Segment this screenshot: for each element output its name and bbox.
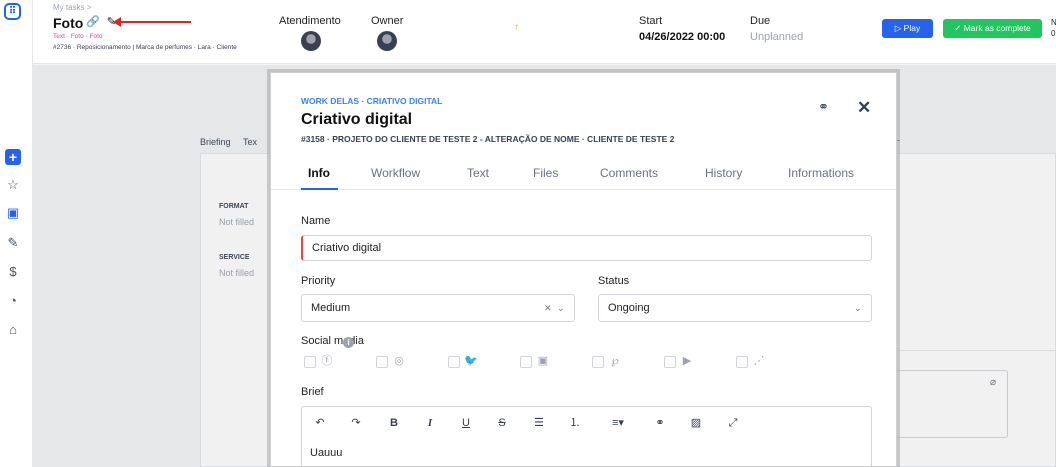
align-icon[interactable]: ≡▾ xyxy=(607,415,629,431)
social-instagram[interactable]: ◎ xyxy=(376,354,406,370)
task-modal: WORK DELAS · CRIATIVO DIGITAL Criativo d… xyxy=(270,72,897,467)
star-icon[interactable]: ☆ xyxy=(5,177,21,193)
mark-complete-button[interactable]: ✓ Mark as complete xyxy=(943,19,1042,38)
social-twitter[interactable]: 🐦 xyxy=(448,354,478,370)
status-select[interactable]: Ongoing xyxy=(598,294,872,322)
play-button[interactable]: ▷ Play xyxy=(882,19,933,38)
twitter-icon: 🐦 xyxy=(464,355,478,367)
facebook-icon: ⓕ xyxy=(321,355,333,367)
edit-note-icon[interactable]: ✎ xyxy=(5,235,21,251)
chevron-down-icon[interactable]: ⌄ xyxy=(854,303,862,314)
redo-icon[interactable]: ↷ xyxy=(348,415,364,431)
checkbox[interactable] xyxy=(376,356,388,368)
social-rss[interactable]: ⋰ xyxy=(736,354,766,370)
modal-breadcrumb[interactable]: WORK DELAS · CRIATIVO DIGITAL xyxy=(301,96,442,106)
pinterest-icon: ℘ xyxy=(611,355,619,367)
priority-select[interactable]: Medium xyxy=(301,294,575,322)
info-icon[interactable]: i xyxy=(343,337,354,348)
active-tab-indicator xyxy=(301,188,338,190)
atendimento-avatar[interactable] xyxy=(301,31,321,51)
name-label: Name xyxy=(301,215,331,227)
left-sidebar: ⠿ + ☆ ▣ ✎ $ ◔ ⌂ xyxy=(0,0,33,467)
bold-icon[interactable]: B xyxy=(386,415,402,431)
checkbox[interactable] xyxy=(304,356,316,368)
dollar-icon[interactable]: $ xyxy=(5,264,21,280)
atendimento-label: Atendimento xyxy=(279,15,341,27)
clipboard-check-icon[interactable]: ▣ xyxy=(5,205,21,221)
rss-icon: ⋰ xyxy=(753,355,765,367)
instagram-icon: ◎ xyxy=(394,355,404,367)
task-meta: #2736 · Reposicionamento | Marca de perf… xyxy=(53,44,237,51)
breadcrumb[interactable]: My tasks > xyxy=(53,3,91,12)
tab-comments[interactable]: Comments xyxy=(600,166,658,180)
link-icon[interactable]: 🔗 xyxy=(86,16,100,28)
checkbox[interactable] xyxy=(448,356,460,368)
status-label: Status xyxy=(598,275,630,287)
close-icon[interactable]: ✕ xyxy=(857,98,871,118)
checkbox[interactable] xyxy=(664,356,676,368)
app-logo-icon[interactable]: ⠿ xyxy=(4,3,21,20)
social-facebook[interactable]: ⓕ xyxy=(304,354,334,370)
annotation-arrow xyxy=(113,17,191,27)
cut-off-text: N 0 xyxy=(1051,18,1056,38)
pie-chart-icon[interactable]: ◔ xyxy=(5,293,21,309)
due-label: Due xyxy=(750,15,771,27)
image-icon[interactable]: ▨ xyxy=(688,415,704,431)
tab-info[interactable]: Info xyxy=(308,166,330,180)
start-label: Start xyxy=(639,15,663,27)
brief-editor[interactable]: ↶ ↷ B I U S ☰ ⒈ ≡▾ ⚭ ▨ ⤢ Uauuu xyxy=(301,406,872,466)
modal-tabs: Info Workflow Text Files Comments Histor… xyxy=(271,157,896,190)
chevron-down-icon[interactable]: ⌄ xyxy=(557,303,565,314)
priority-clear-icon[interactable]: ✕ xyxy=(544,303,552,314)
social-pinterest[interactable]: ℘ xyxy=(592,354,622,370)
add-icon[interactable]: + xyxy=(5,149,21,165)
strikethrough-icon[interactable]: S xyxy=(494,415,510,431)
due-value[interactable]: Unplanned xyxy=(750,31,803,43)
owner-avatar[interactable] xyxy=(377,31,397,51)
brief-content[interactable]: Uauuu xyxy=(310,447,342,459)
title-actions: 🔗 ✎ xyxy=(86,15,116,28)
task-title: Foto xyxy=(53,15,84,31)
task-header: My tasks > Foto 🔗 ✎ Text · Foto · Foto #… xyxy=(33,0,1056,64)
modal-title: Criativo digital xyxy=(301,111,413,128)
start-value[interactable]: 04/26/2022 00:00 xyxy=(639,31,725,43)
tab-workflow[interactable]: Workflow xyxy=(371,166,420,180)
italic-icon[interactable]: I xyxy=(422,415,438,431)
social-linkedin[interactable]: ▣ xyxy=(520,354,550,370)
underline-icon[interactable]: U xyxy=(458,415,474,431)
modal-subtitle: #3158 · PROJETO DO CLIENTE DE TESTE 2 - … xyxy=(301,134,675,144)
bullet-list-icon[interactable]: ☰ xyxy=(531,415,547,431)
priority-label: Priority xyxy=(301,275,336,287)
owner-label: Owner xyxy=(371,15,404,27)
checkbox[interactable] xyxy=(520,356,532,368)
link-icon[interactable]: ⚭ xyxy=(652,415,668,431)
checkbox[interactable] xyxy=(736,356,748,368)
tab-informations[interactable]: Informations xyxy=(788,166,854,180)
youtube-icon: ▶ xyxy=(682,355,692,367)
tab-text[interactable]: Text xyxy=(467,166,489,180)
link-icon[interactable]: ⚭ xyxy=(818,99,829,115)
store-icon[interactable]: ⌂ xyxy=(5,322,21,338)
brief-label: Brief xyxy=(301,386,324,398)
expand-icon[interactable]: ⤢ xyxy=(725,415,741,431)
social-media-label: Social media xyxy=(301,335,364,347)
tab-files[interactable]: Files xyxy=(533,166,558,180)
priority-up-icon: ↑ xyxy=(514,22,519,33)
tab-history[interactable]: History xyxy=(705,166,742,180)
task-subtitle: Text · Foto · Foto xyxy=(53,33,103,40)
linkedin-icon: ▣ xyxy=(537,355,549,367)
social-youtube[interactable]: ▶ xyxy=(664,354,694,370)
checkbox[interactable] xyxy=(592,356,604,368)
numbered-list-icon[interactable]: ⒈ xyxy=(567,415,583,431)
name-input[interactable]: Criativo digital xyxy=(301,235,872,261)
undo-icon[interactable]: ↶ xyxy=(312,415,328,431)
